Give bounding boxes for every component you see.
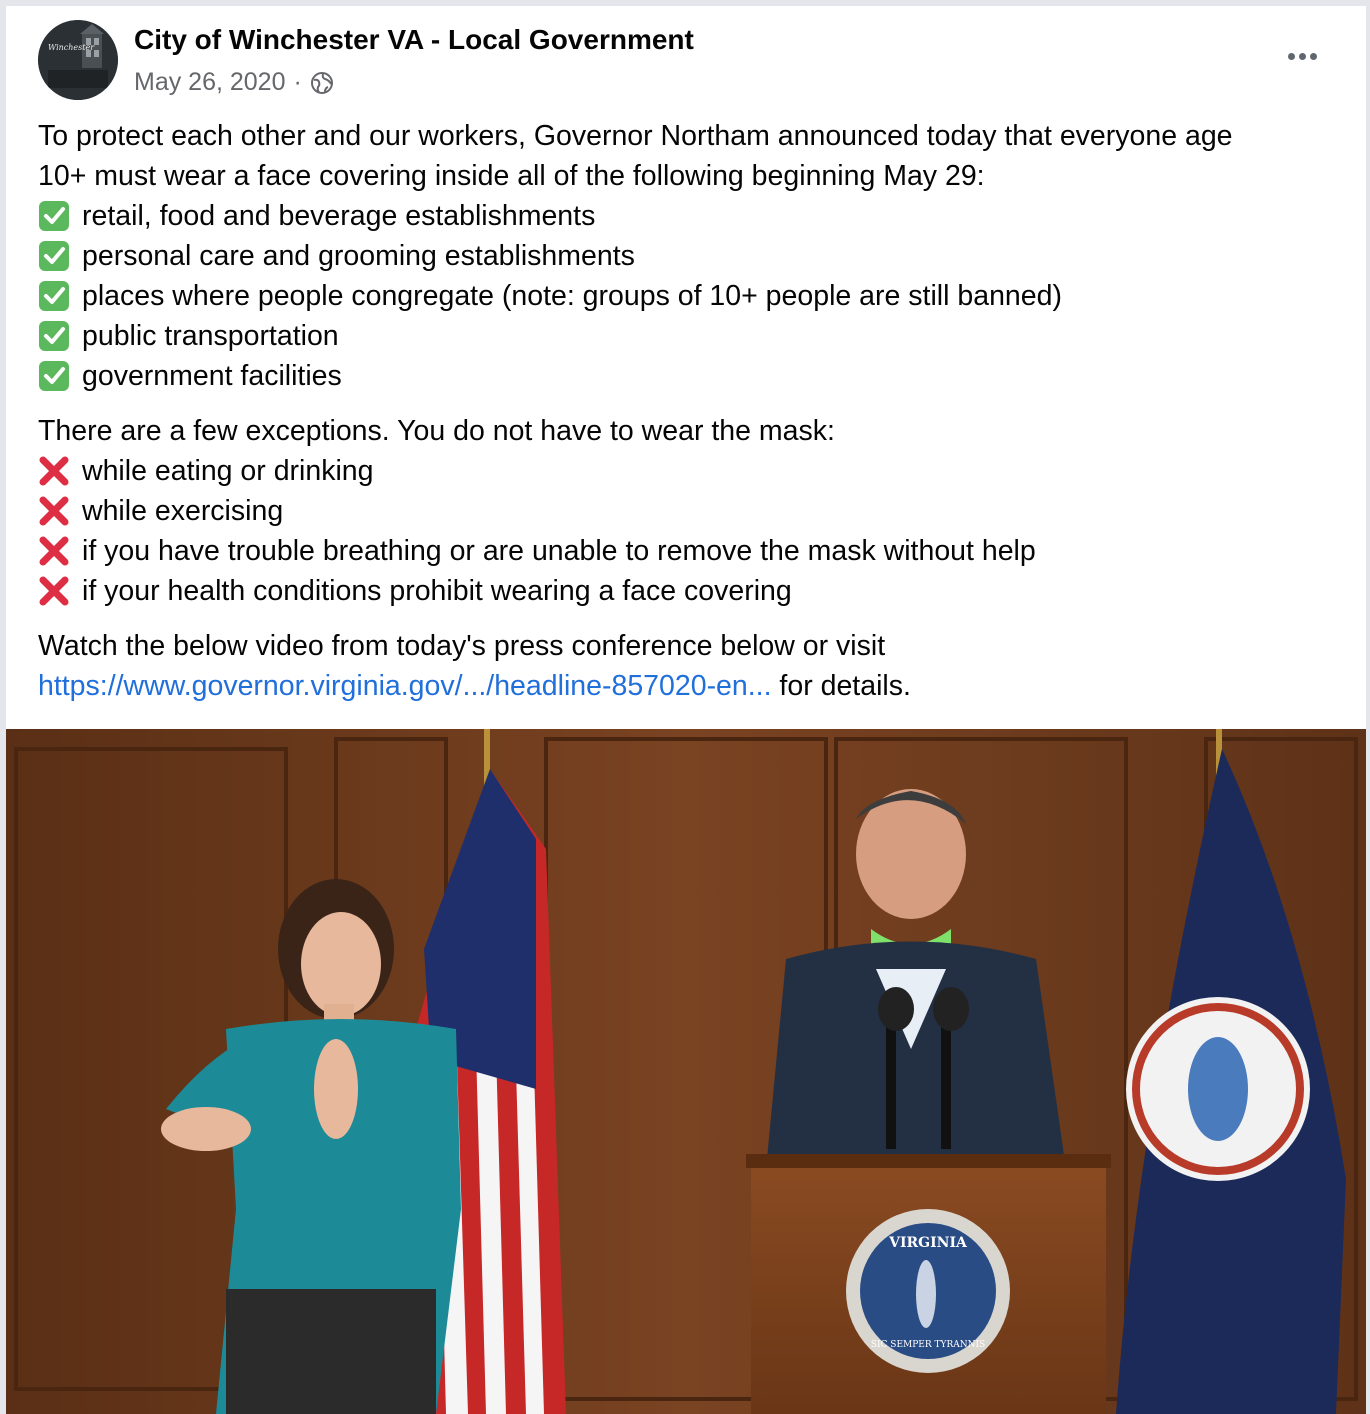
video-thumbnail: VIRGINIA SIC SEMPER TYRANNIS xyxy=(6,729,1366,1414)
more-horizontal-icon xyxy=(1287,52,1295,60)
required-list: retail, food and beverage establishments… xyxy=(38,196,1338,396)
post-header: Winchester City of Winchester VA - Local… xyxy=(38,20,1336,102)
list-item-text: if you have trouble breathing or are una… xyxy=(82,535,1036,567)
globe-icon xyxy=(310,71,333,94)
list-item-text: places where people congregate (note: gr… xyxy=(82,280,1062,312)
governor-link[interactable]: https://www.governor.virginia.gov/.../he… xyxy=(38,666,772,706)
list-item: if your health conditions prohibit weari… xyxy=(38,571,1338,611)
exception-list: while eating or drinking while exercising… xyxy=(38,451,1338,611)
list-item-text: government facilities xyxy=(82,360,342,392)
list-item: if you have trouble breathing or are una… xyxy=(38,531,1338,571)
intro-paragraph: To protect each other and our workers, G… xyxy=(38,116,1338,396)
cross-mark-icon xyxy=(39,536,69,566)
footer-paragraph: Watch the below video from today's press… xyxy=(38,626,1338,706)
avatar-image: Winchester xyxy=(38,20,118,100)
list-item-text: while exercising xyxy=(82,495,284,527)
list-item: places where people congregate (note: gr… xyxy=(38,276,1338,316)
more-dot xyxy=(1298,52,1306,60)
check-mark-button-icon xyxy=(39,201,69,231)
list-item: personal care and grooming establishment… xyxy=(38,236,1338,276)
avatar-text: Winchester xyxy=(48,43,95,52)
list-item: while exercising xyxy=(38,491,1338,531)
page-name-link[interactable]: City of Winchester VA - Local Government xyxy=(134,24,694,56)
cross-mark-icon xyxy=(39,576,69,606)
check-mark-button-icon xyxy=(39,361,69,391)
podium: VIRGINIA SIC SEMPER TYRANNIS xyxy=(746,1154,1111,1414)
facebook-post: Winchester City of Winchester VA - Local… xyxy=(6,6,1366,1414)
check-mark-button-icon xyxy=(39,321,69,351)
footer-line: Watch the below video from today's press… xyxy=(38,630,886,662)
intro-line: To protect each other and our workers, G… xyxy=(38,120,1233,152)
footer-link-line: https://www.governor.virginia.gov/.../he… xyxy=(38,666,1338,706)
footer-suffix: for details. xyxy=(771,670,911,702)
post-message: To protect each other and our workers, G… xyxy=(38,116,1338,721)
list-item: public transportation xyxy=(38,316,1338,356)
list-item-text: if your health conditions prohibit weari… xyxy=(82,575,792,607)
cross-mark-icon xyxy=(39,456,69,486)
meta-separator: · xyxy=(293,68,302,96)
seal-title: VIRGINIA xyxy=(888,1235,968,1251)
list-item-text: while eating or drinking xyxy=(82,455,374,487)
post-meta: May 26, 2020 · xyxy=(134,68,334,97)
list-item-text: retail, food and beverage establishments xyxy=(82,200,596,232)
cross-mark-icon xyxy=(39,496,69,526)
more-dot xyxy=(1309,52,1317,60)
list-item: government facilities xyxy=(38,356,1338,396)
check-mark-button-icon xyxy=(39,281,69,311)
list-item-text: public transportation xyxy=(82,320,339,352)
exceptions-paragraph: There are a few exceptions. You do not h… xyxy=(38,411,1338,611)
seal-motto: SIC SEMPER TYRANNIS xyxy=(871,1340,985,1350)
exceptions-intro: There are a few exceptions. You do not h… xyxy=(38,415,835,447)
check-mark-button-icon xyxy=(39,241,69,271)
video-player[interactable]: VIRGINIA SIC SEMPER TYRANNIS xyxy=(6,729,1366,1414)
list-item: while eating or drinking xyxy=(38,451,1338,491)
page-avatar[interactable]: Winchester xyxy=(38,20,118,100)
intro-line: 10+ must wear a face covering inside all… xyxy=(38,160,985,192)
list-item-text: personal care and grooming establishment… xyxy=(82,240,635,272)
more-options-button[interactable] xyxy=(1278,38,1326,74)
list-item: retail, food and beverage establishments xyxy=(38,196,1338,236)
post-date[interactable]: May 26, 2020 xyxy=(134,68,286,97)
